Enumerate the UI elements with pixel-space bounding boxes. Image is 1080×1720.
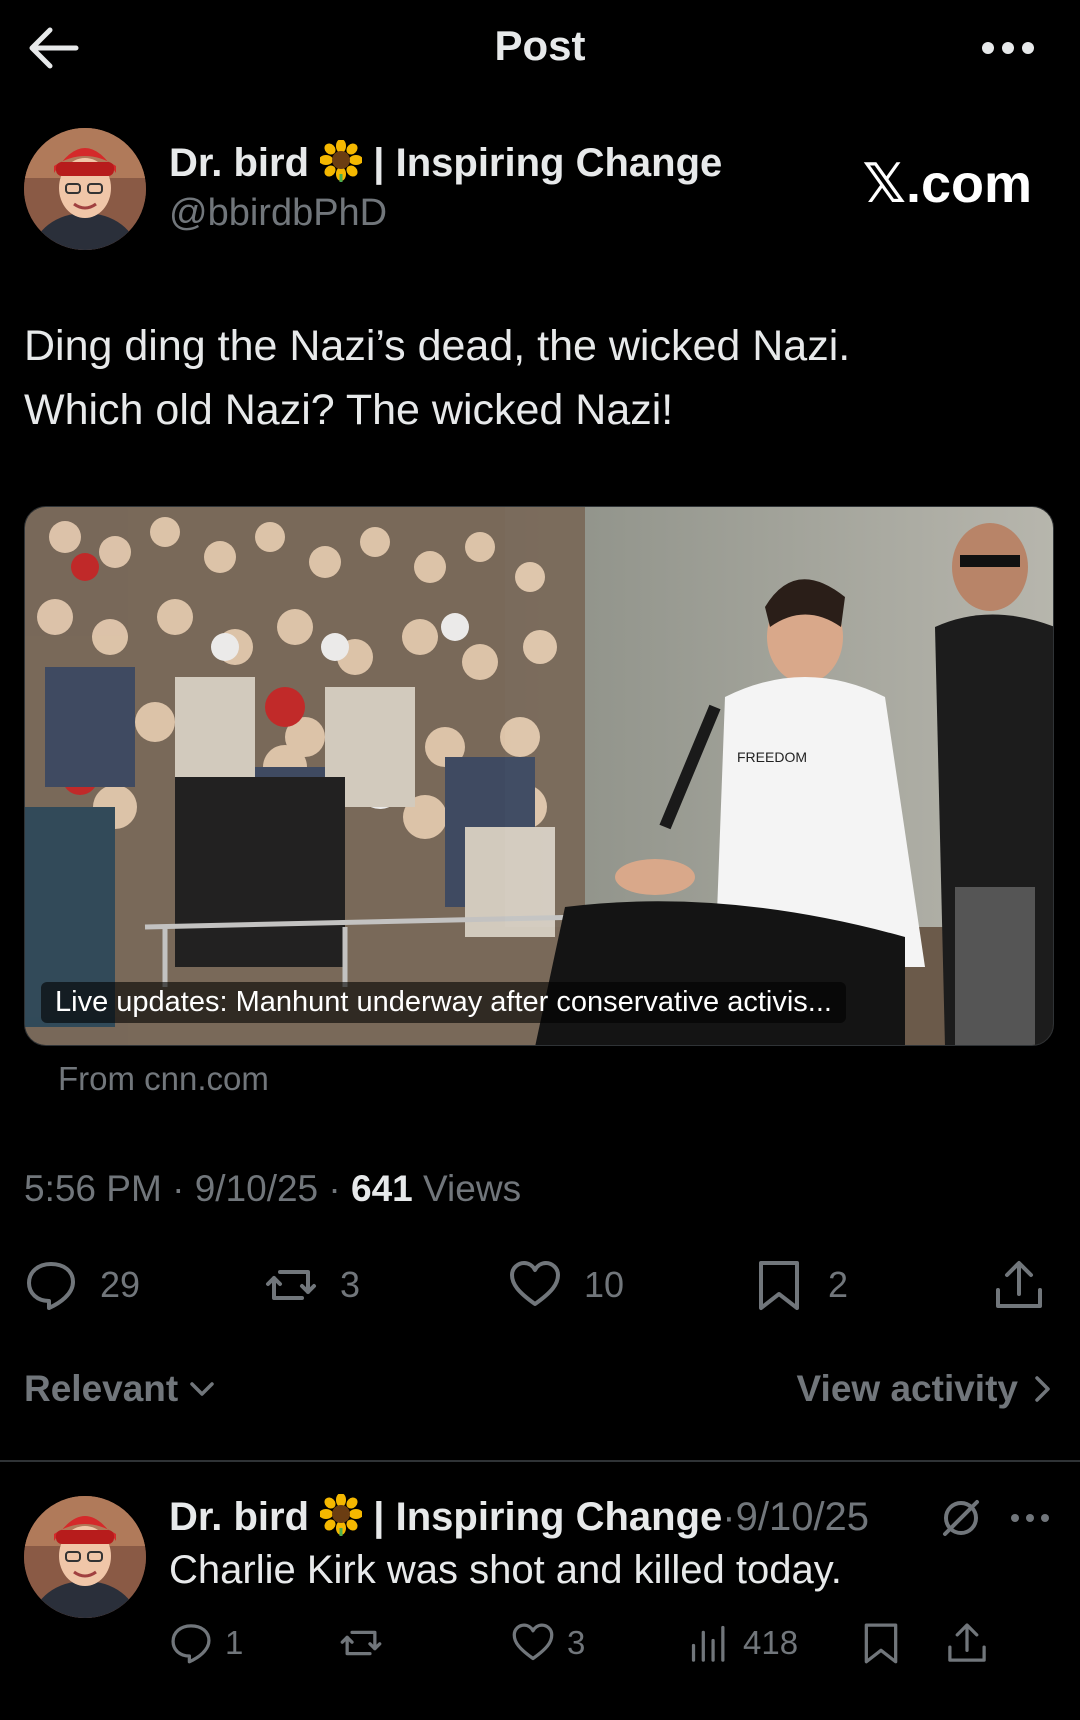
views-count: 641	[351, 1168, 413, 1209]
reply-icon	[27, 1262, 75, 1310]
post-meta: 5:56 PM · 9/10/25 · 641 Views	[24, 1168, 521, 1210]
bookmark-button[interactable]: 2	[752, 1250, 848, 1320]
share-button[interactable]	[992, 1250, 1046, 1320]
link-card[interactable]: FREEDOM Live updates: Manhunt underway a…	[24, 506, 1054, 1046]
repost-icon	[340, 1630, 382, 1656]
reply-action-bar: 1 3 418	[169, 1618, 1069, 1668]
reply-header: Dr. bird | Inspiring Change·9/10/25	[169, 1494, 869, 1540]
author-name[interactable]: Dr. bird | Inspiring Change	[169, 140, 722, 186]
post-action-bar: 29 3 10 2	[0, 1250, 1080, 1320]
reply-icon	[171, 1624, 211, 1664]
reply-text: Charlie Kirk was shot and killed today.	[169, 1548, 842, 1592]
avatar[interactable]	[24, 128, 146, 250]
post-date[interactable]: 9/10/25	[195, 1168, 318, 1209]
sunflower-icon	[320, 140, 363, 182]
more-horizontal-icon[interactable]	[978, 30, 1038, 66]
repost-icon	[266, 1270, 316, 1300]
divider	[0, 1460, 1080, 1462]
shirt-text: FREEDOM	[737, 749, 807, 765]
chevron-right-icon	[1035, 1376, 1050, 1402]
link-card-source[interactable]: From cnn.com	[58, 1060, 269, 1098]
post-text-line: Which old Nazi? The wicked Nazi!	[24, 386, 674, 434]
grok-icon[interactable]	[939, 1496, 983, 1540]
views-label: Views	[423, 1168, 522, 1209]
reply-count: 29	[100, 1264, 141, 1305]
avatar[interactable]	[24, 1496, 146, 1618]
link-card-title: Live updates: Manhunt underway after con…	[41, 982, 846, 1023]
reply-views-count: 418	[743, 1624, 799, 1661]
reply-separator: ·	[722, 1495, 736, 1539]
reply-views-button[interactable]: 418	[687, 1618, 798, 1668]
reply-item[interactable]: Dr. bird | Inspiring Change·9/10/25 Char…	[24, 1494, 1064, 1694]
link-card-image: FREEDOM	[25, 507, 1053, 1045]
post-time[interactable]: 5:56 PM	[24, 1168, 162, 1209]
meta-separator: ·	[172, 1168, 185, 1209]
share-icon	[948, 1623, 986, 1662]
post-text: Ding ding the Nazi’s dead, the wicked Na…	[24, 314, 1054, 442]
reply-bookmark-button[interactable]	[859, 1618, 903, 1668]
bookmark-icon	[759, 1261, 799, 1310]
reply-reply-count: 1	[225, 1624, 244, 1661]
replies-filter-row: Relevant View activity	[24, 1368, 1054, 1424]
analytics-icon	[691, 1625, 725, 1662]
reply-repost-button[interactable]	[339, 1618, 383, 1668]
reply-reply-button[interactable]: 1	[169, 1618, 243, 1668]
top-bar: Post	[0, 0, 1080, 100]
repost-button[interactable]: 3	[264, 1250, 360, 1320]
sort-label: Relevant	[24, 1368, 179, 1409]
author-name-text: Dr. bird	[169, 141, 310, 185]
post-text-line: Ding ding the Nazi’s dead, the wicked Na…	[24, 322, 851, 370]
like-button[interactable]: 10	[508, 1250, 624, 1320]
chevron-down-icon	[190, 1382, 214, 1396]
page-title: Post	[494, 22, 586, 69]
reply-button[interactable]: 29	[24, 1250, 140, 1320]
meta-separator: ·	[328, 1168, 341, 1209]
reply-like-button[interactable]: 3	[511, 1618, 585, 1668]
repost-count: 3	[340, 1264, 361, 1305]
reply-author-name[interactable]: Dr. bird	[169, 1495, 309, 1539]
sunflower-icon	[320, 1494, 363, 1536]
share-icon	[996, 1261, 1042, 1308]
heart-icon	[510, 1261, 560, 1306]
view-activity-link[interactable]: View activity	[797, 1368, 1054, 1410]
reply-like-count: 3	[567, 1624, 586, 1661]
author-handle[interactable]: @bbirdbPhD	[169, 192, 387, 235]
reply-date[interactable]: 9/10/25	[736, 1495, 869, 1539]
reply-share-button[interactable]	[945, 1618, 989, 1668]
bookmark-icon	[864, 1623, 898, 1664]
heart-icon	[512, 1623, 554, 1661]
watermark: 𝕏.com	[862, 154, 1032, 214]
author-tagline: | Inspiring Change	[373, 141, 723, 185]
more-horizontal-icon[interactable]	[1008, 1508, 1052, 1528]
bookmark-count: 2	[828, 1264, 849, 1305]
reply-author-tagline: | Inspiring Change	[373, 1495, 723, 1539]
like-count: 10	[584, 1264, 625, 1305]
sort-dropdown[interactable]: Relevant	[24, 1368, 216, 1410]
view-activity-label: View activity	[796, 1368, 1018, 1409]
